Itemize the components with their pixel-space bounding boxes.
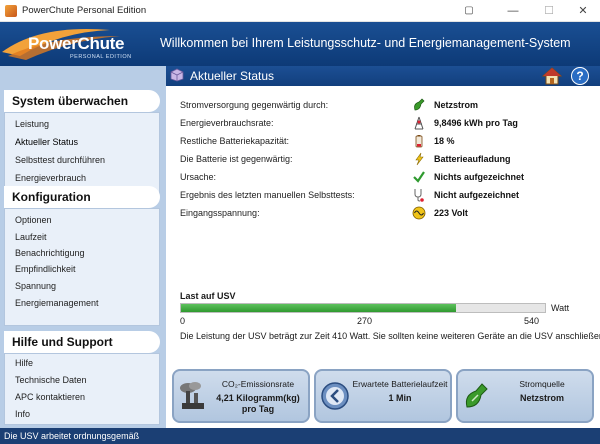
runtime-card[interactable]: Erwartete Batterielaufzeit 1 Min (314, 369, 452, 423)
status-row: Energieverbrauchsrate: 9,8496 kWh pro Ta… (180, 116, 600, 132)
nav-item-info[interactable]: Info (15, 409, 30, 419)
status-value: Netzstrom (434, 100, 479, 110)
factory-icon (180, 382, 204, 409)
status-value: Nichts aufgezeichnet (434, 172, 525, 182)
status-bar-text: Die USV arbeitet ordnungsgemäß (4, 431, 140, 441)
status-label: Energieverbrauchsrate: (180, 118, 274, 128)
nav-item-self-test[interactable]: Selbsttest durchführen (15, 155, 105, 165)
sidebar: System überwachen Leistung Aktueller Sta… (0, 66, 166, 428)
logo-subtitle: PERSONAL EDITION (70, 54, 132, 60)
help-icon[interactable]: ? (571, 67, 589, 85)
status-value: Nicht aufgezeichnet (434, 190, 520, 200)
load-note: Die Leistung der USV beträgt zur Zeit 41… (180, 331, 600, 341)
lightning-icon (415, 152, 424, 166)
minimize-button[interactable]: — (496, 2, 530, 20)
app-icon (5, 5, 17, 17)
card-value: 4,21 Kilogramm(kg) pro Tag (216, 393, 300, 414)
plug-icon (414, 98, 425, 111)
load-bar-fill (181, 304, 456, 312)
logo-text: PowerChute (28, 34, 125, 53)
section-configuration-box: Optionen Laufzeit Benachrichtigung Empfi… (4, 208, 160, 326)
load-tick: 540 (524, 316, 540, 326)
nav-item-sensitivity[interactable]: Empfindlichkeit (15, 264, 76, 274)
status-bar: Die USV arbeitet ordnungsgemäß (0, 428, 600, 444)
power-source-card[interactable]: Stromquelle Netzstrom (456, 369, 594, 423)
nav-item-energy-consumption[interactable]: Energieverbrauch (15, 173, 86, 183)
nav-item-technical-data[interactable]: Technische Daten (15, 375, 87, 385)
title-bar: PowerChute Personal Edition ▢ — ☐ ✕ (0, 0, 600, 22)
nav-item-contact-apc[interactable]: APC kontaktieren (15, 392, 85, 402)
nav-item-notification[interactable]: Benachrichtigung (15, 248, 85, 258)
load-bar (180, 303, 546, 313)
co2-card[interactable]: CO₂-Emissionsrate 4,21 Kilogramm(kg) pro… (172, 369, 310, 423)
section-configuration: Konfiguration (4, 186, 160, 208)
status-row: Ursache: Nichts aufgezeichnet (180, 170, 600, 186)
powerchute-logo: PowerChute PERSONAL EDITION (0, 22, 160, 66)
wave-icon (412, 206, 426, 220)
nav-item-leistung[interactable]: Leistung (15, 119, 49, 129)
welcome-text: Willkommen bei Ihrem Leistungsschutz- un… (160, 36, 571, 50)
card-title: Erwartete Batterielaufzeit (352, 379, 448, 389)
nav-item-runtime[interactable]: Laufzeit (15, 232, 47, 242)
nav-item-options[interactable]: Optionen (15, 215, 52, 225)
tower-icon (414, 116, 424, 130)
status-label: Eingangsspannung: (180, 208, 260, 218)
section-system-monitor-box: Leistung Aktueller Status Selbsttest dur… (4, 112, 160, 194)
section-help-support-box: Hilfe Technische Daten APC kontaktieren … (4, 353, 160, 425)
card-value: 1 Min (388, 393, 412, 403)
header: PowerChute PERSONAL EDITION Willkommen b… (0, 22, 600, 66)
home-icon[interactable] (542, 66, 562, 86)
card-title: Stromquelle (519, 379, 565, 389)
status-label: Ursache: (180, 172, 217, 182)
check-icon (413, 171, 425, 183)
card-title: CO₂-Emissionsrate (221, 379, 295, 389)
nav-item-help[interactable]: Hilfe (15, 358, 33, 368)
nav-item-energy-management[interactable]: Energiemanagement (15, 298, 99, 308)
status-row: Die Batterie ist gegenwärtig: Batterieau… (180, 152, 600, 168)
section-system-monitor: System überwachen (4, 90, 160, 112)
load-unit: Watt (551, 303, 570, 313)
status-label: Die Batterie ist gegenwärtig: (180, 154, 293, 164)
status-row: Ergebnis des letzten manuellen Selbsttes… (180, 188, 600, 204)
status-value: 9,8496 kWh pro Tag (434, 118, 518, 128)
card-value: Netzstrom (519, 393, 564, 403)
load-tick: 0 (180, 316, 186, 326)
status-value: 18 % (434, 136, 455, 146)
status-header: Aktueller Status ? (166, 66, 600, 86)
page-title: Aktueller Status (190, 69, 275, 83)
status-row: Eingangsspannung: 223 Volt (180, 206, 600, 222)
status-value: 223 Volt (434, 208, 468, 218)
battery-icon (415, 135, 423, 148)
status-row: Stromversorgung gegenwärtig durch: Netzs… (180, 98, 600, 114)
close-button[interactable]: ✕ (566, 2, 600, 20)
section-help-support: Hilfe und Support (4, 331, 160, 353)
window-title: PowerChute Personal Edition (22, 5, 147, 16)
status-label: Stromversorgung gegenwärtig durch: (180, 100, 329, 110)
status-row: Restliche Batteriekapazität: 18 % (180, 134, 600, 150)
tray-button[interactable]: ▢ (452, 2, 486, 20)
cube-icon (170, 68, 184, 82)
nav-item-current-status[interactable]: Aktueller Status (15, 137, 78, 147)
main-content: Aktueller Status ? Stromversorgung gegen… (166, 66, 600, 428)
plug-icon (465, 383, 488, 408)
stethoscope-icon (414, 189, 424, 202)
maximize-button[interactable]: ☐ (532, 2, 566, 20)
status-label: Ergebnis des letzten manuellen Selbsttes… (180, 190, 355, 200)
clock-icon (321, 382, 349, 410)
nav-item-voltage[interactable]: Spannung (15, 281, 56, 291)
status-label: Restliche Batteriekapazität: (180, 136, 290, 146)
load-tick: 270 (357, 316, 373, 326)
status-value: Batterieaufladung (434, 154, 511, 164)
load-title: Last auf USV (180, 291, 236, 301)
